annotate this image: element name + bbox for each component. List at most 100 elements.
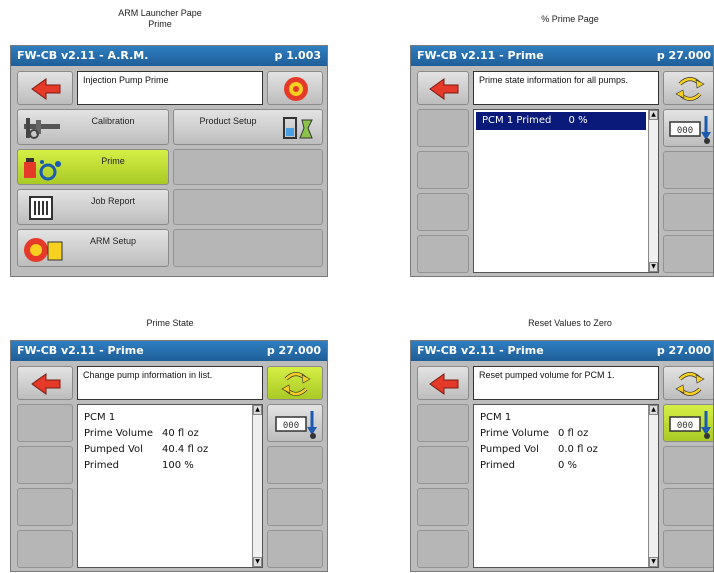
svg-text:000: 000 (677, 126, 693, 136)
primed-label: Primed (84, 460, 119, 471)
side-empty-left-1 (417, 109, 469, 147)
product-setup-icon (283, 117, 313, 139)
side-empty-left-3 (417, 488, 469, 526)
side-empty-left-1 (17, 404, 73, 442)
product-setup-label: Product Setup (199, 116, 257, 126)
side-empty-right-3 (663, 235, 713, 273)
caption-reset: Reset Values to Zero (528, 318, 612, 328)
calibration-button[interactable]: Calibration (17, 109, 169, 145)
prime-volume-label: Prime Volume (84, 428, 154, 439)
caption-launcher-line1: ARM Launcher Pape (118, 8, 202, 18)
side-empty-left-4 (417, 530, 469, 568)
page-number: p 27.000 (656, 49, 711, 62)
pump-detail-list[interactable]: PCM 1 Prime Volume 0 fl oz Pumped Vol 0.0 … (473, 404, 659, 568)
pump-name: PCM 1 (480, 412, 512, 423)
refresh-button[interactable] (663, 366, 713, 400)
page-number: p 1.003 (274, 49, 322, 62)
window-title: FW-CB v2.11 - Prime (417, 344, 544, 357)
message-box: Reset pumped volume for PCM 1. (473, 366, 659, 400)
primed-value: 100 % (162, 460, 194, 471)
back-arrow-icon (429, 373, 459, 395)
reset-counter-button[interactable]: 000 (267, 404, 323, 442)
primed-value: 0 % (558, 460, 578, 471)
window-title: FW-CB v2.11 - Prime (17, 344, 144, 357)
scrollbar[interactable]: ▲ ▼ (648, 110, 658, 272)
back-button[interactable] (17, 366, 73, 400)
side-empty-right-1 (663, 151, 713, 189)
job-report-label: Job Report (90, 196, 136, 206)
empty-button-3 (173, 229, 323, 267)
arm-setup-label: ARM Setup (89, 236, 137, 246)
list-item[interactable]: Prime Volume 40 fl oz (84, 427, 199, 441)
scroll-down-icon[interactable]: ▼ (253, 557, 262, 567)
job-report-button[interactable]: Job Report (17, 189, 169, 225)
scroll-up-icon[interactable]: ▲ (649, 110, 658, 120)
scroll-down-icon[interactable]: ▼ (649, 557, 658, 567)
side-empty-left-1 (417, 404, 469, 442)
scrollbar[interactable]: ▲ ▼ (648, 405, 658, 567)
svg-text:000: 000 (283, 421, 299, 431)
list-item[interactable]: Primed 100 % (84, 459, 194, 473)
primed-label: Primed (480, 460, 515, 471)
reset-counter-icon: 000 (669, 116, 711, 144)
refresh-arrows-icon (675, 372, 705, 396)
reset-counter-button[interactable]: 000 (663, 109, 713, 147)
product-setup-button[interactable]: Product Setup (173, 109, 323, 145)
reset-counter-icon: 000 (275, 411, 317, 439)
prime-page-panel: FW-CB v2.11 - Prime p 27.000 Prime state… (410, 45, 714, 277)
reset-values-panel: FW-CB v2.11 - Prime p 27.000 Reset pumpe… (410, 340, 714, 572)
prime-label: Prime (101, 156, 125, 166)
message-box: Change pump information in list. (77, 366, 263, 400)
message-box: Injection Pump Prime (77, 71, 263, 105)
list-item[interactable]: Prime Volume 0 fl oz (480, 427, 588, 441)
prime-button[interactable]: Prime (17, 149, 169, 185)
scrollbar[interactable]: ▲ ▼ (252, 405, 262, 567)
window-title: FW-CB v2.11 - A.R.M. (17, 49, 149, 62)
stop-button[interactable] (267, 71, 323, 105)
side-empty-right-1 (663, 446, 713, 484)
empty-button-2 (173, 189, 323, 225)
back-arrow-icon (429, 78, 459, 100)
caption-prime-state: Prime State (146, 318, 194, 328)
caption-launcher-line2: Prime (148, 19, 172, 29)
refresh-arrows-icon (675, 77, 705, 101)
back-button[interactable] (417, 71, 469, 105)
list-item[interactable]: Pumped Vol 0.0 fl oz (480, 443, 598, 457)
prime-volume-value: 40 fl oz (162, 428, 199, 439)
pumped-vol-value: 0.0 fl oz (558, 444, 598, 455)
caption-prime-page: % Prime Page (541, 14, 599, 24)
back-button[interactable] (17, 71, 73, 105)
pump-name: PCM 1 (84, 412, 116, 423)
list-item[interactable]: Pumped Vol 40.4 fl oz (84, 443, 208, 457)
pump-detail-list[interactable]: PCM 1 Prime Volume 40 fl oz Pumped Vol 40.… (77, 404, 263, 568)
reset-counter-icon: 000 (669, 411, 711, 439)
side-empty-right-3 (663, 530, 713, 568)
scroll-up-icon[interactable]: ▲ (649, 405, 658, 415)
prime-state-panel: FW-CB v2.11 - Prime p 27.000 Change pump… (10, 340, 328, 572)
page-number: p 27.000 (266, 344, 321, 357)
arm-launcher-panel: FW-CB v2.11 - A.R.M. p 1.003 Injection P… (10, 45, 328, 277)
pump-list[interactable]: PCM 1 Primed 0 % ▲ ▼ (473, 109, 659, 273)
prime-volume-label: Prime Volume (480, 428, 550, 439)
prime-volume-value: 0 fl oz (558, 428, 589, 439)
side-empty-left-2 (417, 151, 469, 189)
scroll-up-icon[interactable]: ▲ (253, 405, 262, 415)
job-report-icon (29, 196, 53, 220)
title-bar: FW-CB v2.11 - Prime p 27.000 (411, 46, 713, 66)
back-button[interactable] (417, 366, 469, 400)
list-item-name: PCM 1 Primed (482, 115, 552, 126)
side-empty-right-2 (663, 193, 713, 231)
refresh-arrows-icon (281, 372, 311, 396)
pumped-vol-label: Pumped Vol (84, 444, 143, 455)
refresh-button[interactable] (267, 366, 323, 400)
scroll-down-icon[interactable]: ▼ (649, 262, 658, 272)
side-empty-left-4 (417, 235, 469, 273)
list-item[interactable]: Primed 0 % (480, 459, 577, 473)
refresh-button[interactable] (663, 71, 713, 105)
arm-setup-button[interactable]: ARM Setup (17, 229, 169, 267)
pumped-vol-label: Pumped Vol (480, 444, 539, 455)
side-empty-right-2 (267, 488, 323, 526)
list-item[interactable]: PCM 1 Primed 0 % (476, 112, 646, 130)
pumped-vol-value: 40.4 fl oz (162, 444, 209, 455)
reset-counter-button[interactable]: 000 (663, 404, 713, 442)
